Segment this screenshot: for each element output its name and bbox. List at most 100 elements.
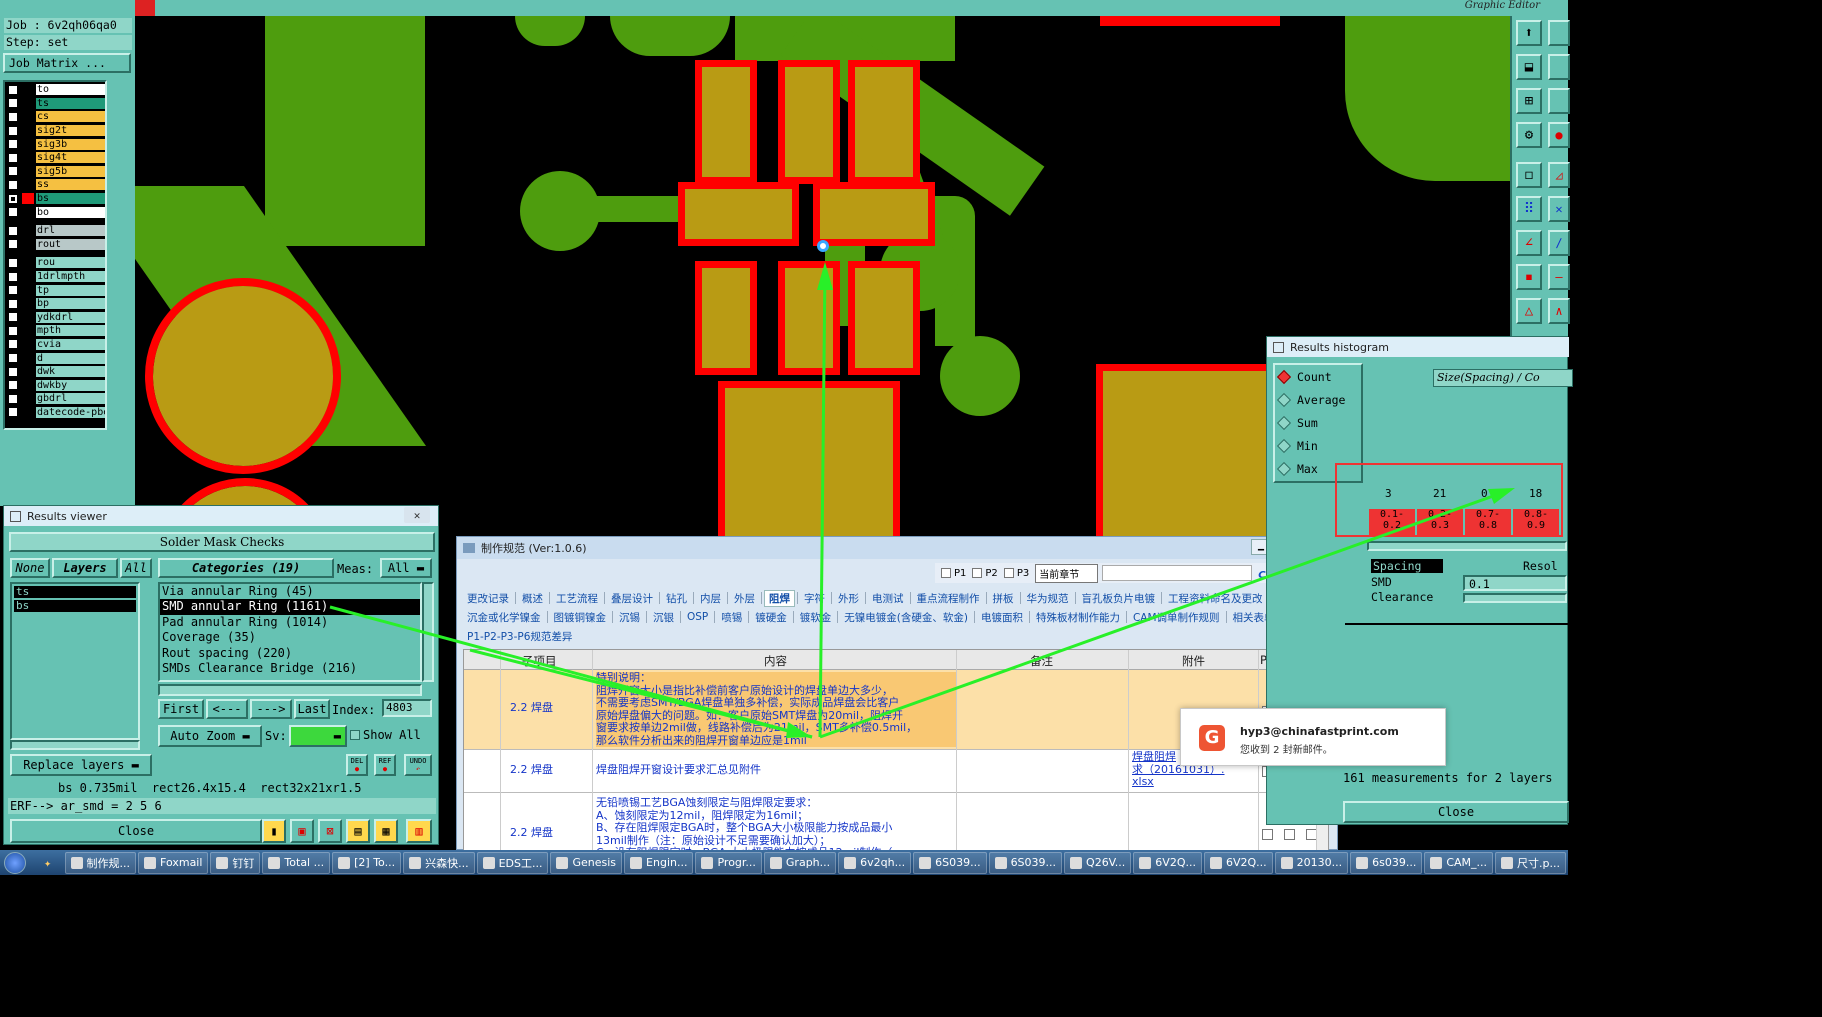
layer-row[interactable]: sig2t [5, 124, 105, 138]
tab-tabs_row2[interactable]: 电镀面积 [977, 610, 1027, 625]
layer-row[interactable]: datecode-pbe [5, 406, 105, 420]
p2-checkbox[interactable] [1284, 829, 1295, 840]
layer-checkbox[interactable] [8, 325, 18, 336]
layer-up-icon[interactable]: ⬆ [1516, 20, 1542, 46]
layer-row[interactable]: bp [5, 297, 105, 311]
tab-tabs_row1[interactable]: 拼板 [989, 591, 1018, 606]
tab-tabs_row2[interactable]: 镀软金 [796, 610, 836, 625]
category-list-item[interactable]: SMD annular Ring (1161) [160, 599, 420, 615]
tab-tabs_row1[interactable]: 更改记录 [463, 591, 513, 606]
layer-checkbox[interactable] [8, 225, 18, 236]
col-remark[interactable]: 备注 [1030, 653, 1053, 669]
histogram-icon[interactable]: ▥ [406, 819, 432, 843]
layer-checkbox[interactable] [8, 193, 18, 204]
tool-icon[interactable]: ● [1548, 122, 1570, 148]
next-button[interactable]: ---> [250, 699, 292, 719]
tab-tabs_row2[interactable]: 沉锡 [615, 610, 644, 625]
first-button[interactable]: First [158, 699, 204, 719]
tab-tabs_row1[interactable]: 电测试 [868, 591, 908, 606]
ref-icon[interactable]: REF ● [374, 754, 396, 776]
category-list-item[interactable]: Coverage (35) [160, 630, 420, 645]
layer-row[interactable]: mpth [5, 324, 105, 338]
tab-tabs_row2[interactable]: 图镀铜镍金 [550, 610, 611, 625]
polygon-icon[interactable]: △ [1516, 298, 1542, 324]
layer-row[interactable]: bo [5, 205, 105, 219]
taskbar-item[interactable]: Foxmail [138, 851, 209, 874]
fit-view-icon[interactable]: ⊞ [1516, 88, 1542, 114]
taskbar-item[interactable]: 钉钉 [210, 851, 261, 874]
category-list-item[interactable]: Via annular Ring (45) [160, 584, 420, 599]
taskbar-item[interactable]: 6s039... [1350, 851, 1423, 874]
measure-icon[interactable]: ⚙ [1516, 122, 1542, 148]
layer-row[interactable]: 1drlmpth [5, 270, 105, 284]
layer-checkbox[interactable] [8, 179, 18, 190]
tab-tabs_row1[interactable]: 工程资料命名及更改 [1164, 591, 1267, 606]
layer-list-item[interactable]: bs [14, 600, 136, 612]
layers-hscroll[interactable] [10, 740, 140, 750]
tab-tabs_row2[interactable]: 喷锡 [717, 610, 746, 625]
tab-tabs_row2[interactable]: 镀硬金 [751, 610, 791, 625]
meas-select[interactable]: All ▬ [380, 558, 432, 578]
close-button[interactable]: Close [10, 819, 262, 843]
layer-list-item[interactable]: ts [14, 586, 136, 598]
tab-tabs_row2[interactable]: CAM调单制作规则 [1129, 610, 1224, 625]
aggregate-option[interactable]: Average [1275, 388, 1361, 411]
mail-notification[interactable]: G hyp3@chinafastprint.com 您收到 2 封新邮件。 [1180, 708, 1446, 766]
layer-row[interactable]: rout [5, 238, 105, 252]
auto-zoom-select[interactable]: Auto Zoom ▬ [158, 725, 262, 747]
tool-icon[interactable] [1548, 88, 1570, 114]
layer-row[interactable]: d [5, 351, 105, 365]
layer-checkbox[interactable] [8, 152, 18, 163]
tab-tabs_row1[interactable]: 华为规范 [1023, 591, 1073, 606]
del-icon[interactable]: DEL ● [346, 754, 368, 776]
taskbar-item[interactable]: 6S039... [913, 851, 987, 874]
taskbar-item[interactable]: 6S039... [988, 851, 1063, 874]
layer-checkbox[interactable] [8, 125, 18, 136]
tab-tabs_row1[interactable]: 盲孔板负片电镀 [1078, 591, 1160, 606]
layer-checkbox[interactable] [8, 312, 18, 323]
tab-tabs_row1[interactable]: 内层 [696, 591, 725, 606]
p-option-checkbox[interactable] [972, 568, 983, 578]
layer-checkbox[interactable] [8, 298, 18, 309]
layer-checkbox[interactable] [8, 111, 18, 122]
categories-hscroll[interactable] [158, 684, 422, 696]
taskbar-item[interactable]: 6V2Q... [1133, 851, 1202, 874]
layer-checkbox[interactable] [8, 239, 18, 250]
undo-icon[interactable]: UNDO ↶ [404, 754, 432, 776]
p1-checkbox[interactable] [1262, 829, 1273, 840]
tab-tabs_row1[interactable]: 钻孔 [662, 591, 691, 606]
tab-tabs_row2[interactable]: 特殊板材制作能力 [1032, 610, 1124, 625]
p-option-checkbox[interactable] [1003, 568, 1014, 578]
tool-icon[interactable]: ∧ [1548, 298, 1570, 324]
chapter-select[interactable]: 当前章节 [1035, 563, 1099, 583]
layer-checkbox[interactable] [8, 84, 18, 95]
start-button[interactable] [0, 850, 31, 875]
layer-checkbox[interactable] [8, 207, 18, 218]
tool-icon[interactable] [1548, 20, 1570, 46]
taskbar-item[interactable]: Graph... [763, 851, 837, 874]
layer-checkbox[interactable] [8, 339, 18, 350]
tool-icon-4[interactable]: ▤ [346, 819, 370, 843]
show-all-checkbox[interactable] [350, 730, 360, 740]
layer-row[interactable]: sig4t [5, 151, 105, 165]
tool-icon-1[interactable]: ▮ [262, 819, 286, 843]
taskbar-item[interactable]: 兴森快... [403, 851, 475, 874]
tab-tabs_row1[interactable]: 叠层设计 [607, 591, 657, 606]
layer-checkbox[interactable] [8, 366, 18, 377]
tool-icon[interactable]: ∕ [1548, 230, 1570, 256]
tool-icon-2[interactable]: ▣ [290, 819, 314, 843]
layer-row[interactable]: dwkby [5, 378, 105, 392]
tab-tabs_row1[interactable]: 阻焊 [764, 589, 795, 607]
categories-button[interactable]: Categories (19) [158, 558, 334, 578]
taskbar-item[interactable]: [2] To... [332, 851, 402, 874]
tab-tabs_row2[interactable]: 沉金或化学镍金 [463, 610, 545, 625]
layer-row[interactable]: rou [5, 256, 105, 270]
col-attachment[interactable]: 附件 [1182, 653, 1205, 669]
resol-input[interactable]: 0.1 [1463, 575, 1567, 591]
p-option-checkbox[interactable] [941, 568, 951, 578]
layer-row[interactable]: sig3b [5, 137, 105, 151]
all-button[interactable]: All [120, 558, 152, 578]
layer-row[interactable]: ts [5, 97, 105, 111]
tab-tabs_row2[interactable]: OSP [683, 611, 712, 623]
taskbar-item[interactable]: 制作规... [64, 851, 137, 874]
